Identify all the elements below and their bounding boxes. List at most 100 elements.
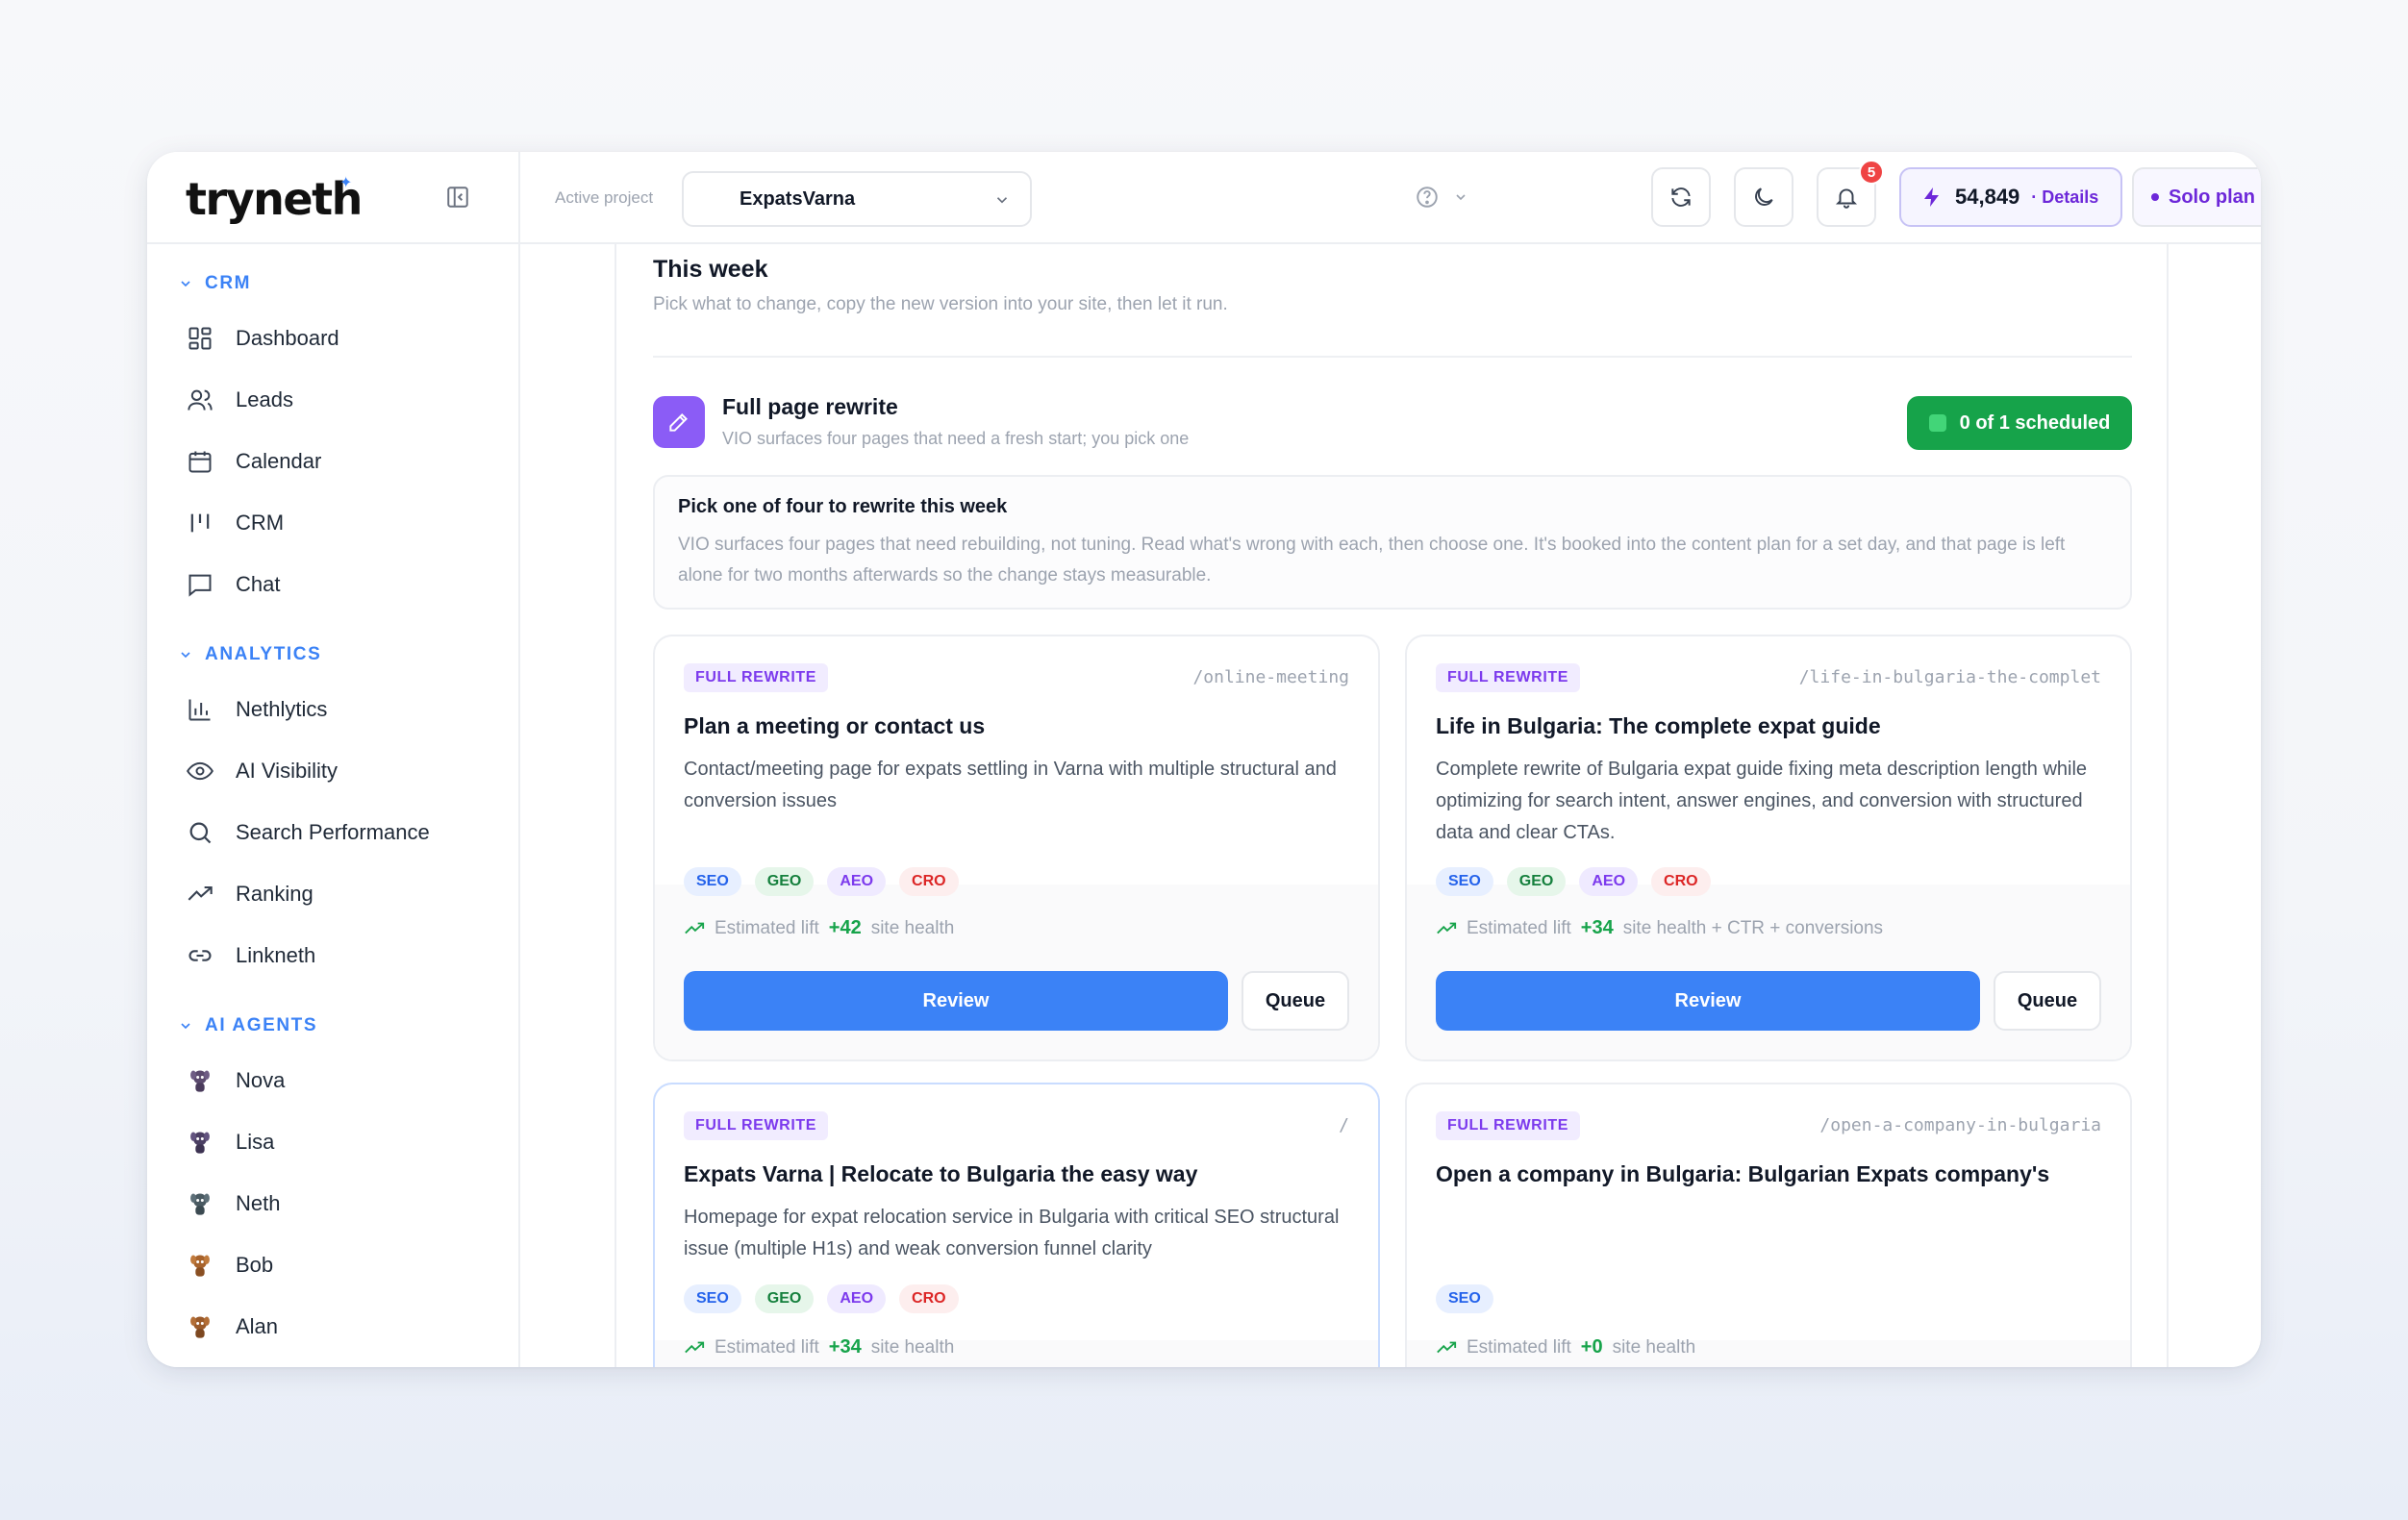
chevron-down-icon xyxy=(181,1023,190,1030)
info-body: VIO surfaces four pages that need rebuil… xyxy=(678,535,2066,586)
plan-badge[interactable]: Solo plan xyxy=(2132,167,2261,227)
lightning-icon xyxy=(1924,187,1939,207)
chevron-down-icon xyxy=(181,652,190,659)
sidebar-item-search-performance[interactable]: Search Performance xyxy=(186,808,499,858)
chevron-down-icon xyxy=(996,197,1008,204)
chip-cro: CRO xyxy=(899,1284,959,1313)
chip-seo: SEO xyxy=(1436,1284,1493,1313)
plan-label: Solo plan xyxy=(2169,186,2255,208)
trending-up-icon xyxy=(1437,1341,1457,1353)
lift-value: +34 xyxy=(828,1336,862,1358)
agent-avatar-icon xyxy=(186,1312,214,1341)
sidebar-item-label: Dashboard xyxy=(236,326,339,350)
info-title: Pick one of four to rewrite this week xyxy=(678,496,1008,517)
rewrite-card[interactable]: FULL REWRITE / Expats Varna | Relocate t… xyxy=(653,1083,1380,1367)
sidebar-item-neth[interactable]: Neth xyxy=(186,1179,499,1229)
tag-chips: SEO GEO AEO CRO xyxy=(1436,867,1711,896)
notifications-button[interactable]: 5 xyxy=(1817,160,1884,227)
topbar: Active project ExpatsVarna 5 54,849 · De… xyxy=(520,152,2261,244)
review-button[interactable]: Review xyxy=(684,971,1228,1031)
main-content: This week Pick what to change, copy the … xyxy=(520,244,2261,1367)
trending-up-icon xyxy=(685,922,705,934)
card-description: Homepage for expat relocation service in… xyxy=(684,1207,1340,1259)
pencil-icon xyxy=(669,413,688,432)
sidebar-item-alan[interactable]: Alan xyxy=(186,1302,499,1352)
section-label: CRM xyxy=(205,273,252,293)
queue-button[interactable]: Queue xyxy=(1242,971,1349,1031)
estimated-lift: Estimated lift +0 site health xyxy=(1436,1336,1695,1358)
section-ai-agents[interactable]: AI AGENTS xyxy=(178,1015,317,1036)
theme-toggle-button[interactable] xyxy=(1734,167,1793,227)
lift-label: Estimated lift xyxy=(1467,1336,1571,1358)
page-slug: / xyxy=(1339,1115,1349,1135)
sidebar-item-label: Lisa xyxy=(236,1130,275,1154)
sidebar-item-calendar[interactable]: Calendar xyxy=(186,436,499,486)
sidebar-item-nethlytics[interactable]: Nethlytics xyxy=(186,685,499,735)
help-menu[interactable] xyxy=(1415,185,1468,210)
tag-chips: SEO GEO AEO CRO xyxy=(684,867,959,896)
sidebar: tryneth ✦ CRM Dashboard Leads Calendar C… xyxy=(147,152,520,1367)
sidebar-item-label: Leads xyxy=(236,387,293,411)
sidebar-item-chat[interactable]: Chat xyxy=(186,560,499,610)
review-button[interactable]: Review xyxy=(1436,971,1980,1031)
sidebar-item-leads[interactable]: Leads xyxy=(186,375,499,425)
rewrite-card[interactable]: FULL REWRITE /open-a-company-in-bulgaria… xyxy=(1405,1083,2132,1367)
sidebar-item-label: Linkneth xyxy=(236,943,316,967)
rewrite-card[interactable]: FULL REWRITE /life-in-bulgaria-the-compl… xyxy=(1405,635,2132,1061)
trending-up-icon xyxy=(685,1341,705,1353)
section-crm[interactable]: CRM xyxy=(178,273,251,294)
card-description: Contact/meeting page for expats settling… xyxy=(684,759,1337,811)
logo-spark-icon: ✦ xyxy=(339,175,353,191)
tag-chips: SEO xyxy=(1436,1284,1493,1313)
chip-cro: CRO xyxy=(1651,867,1711,896)
divider xyxy=(615,244,616,1367)
chevron-down-icon xyxy=(1456,194,1466,201)
section-label: AI AGENTS xyxy=(205,1015,318,1035)
sidebar-item-bob[interactable]: Bob xyxy=(186,1240,499,1290)
info-callout: Pick one of four to rewrite this week VI… xyxy=(653,475,2132,610)
card-title: Expats Varna | Relocate to Bulgaria the … xyxy=(684,1161,1198,1186)
scheduled-status-badge[interactable]: 0 of 1 scheduled xyxy=(1907,396,2132,450)
lift-value: +42 xyxy=(828,917,862,938)
eye-icon xyxy=(186,757,214,785)
page-slug: /online-meeting xyxy=(1192,667,1349,687)
sidebar-item-label: Alan xyxy=(236,1314,279,1338)
trending-up-icon xyxy=(1437,922,1457,934)
sidebar-item-ai-visibility[interactable]: AI Visibility xyxy=(186,746,499,796)
sidebar-item-nova[interactable]: Nova xyxy=(186,1056,499,1106)
card-title: Plan a meeting or contact us xyxy=(684,713,986,738)
page-title: This week xyxy=(653,256,768,283)
chip-geo: GEO xyxy=(754,867,815,896)
refresh-button[interactable] xyxy=(1651,167,1711,227)
section-analytics[interactable]: ANALYTICS xyxy=(178,644,321,665)
calendar-icon xyxy=(186,447,214,476)
rewrite-card[interactable]: FULL REWRITE /online-meeting Plan a meet… xyxy=(653,635,1380,1061)
bar-chart-icon xyxy=(186,695,214,724)
page-slug: /open-a-company-in-bulgaria xyxy=(1819,1115,2101,1135)
sidebar-item-crm[interactable]: CRM xyxy=(186,498,499,548)
logo[interactable]: tryneth xyxy=(186,173,363,225)
moon-icon xyxy=(1755,187,1773,206)
sidebar-item-label: Calendar xyxy=(236,449,322,473)
sidebar-item-linkneth[interactable]: Linkneth xyxy=(186,931,499,981)
search-icon xyxy=(186,818,214,847)
credits-button[interactable]: 54,849 · Details xyxy=(1899,167,2122,227)
chat-icon xyxy=(186,570,214,599)
plan-dot-icon xyxy=(2151,193,2159,201)
sidebar-item-lisa[interactable]: Lisa xyxy=(186,1117,499,1167)
link-icon xyxy=(186,941,214,970)
full-rewrite-tag: FULL REWRITE xyxy=(684,663,829,692)
app-window: tryneth ✦ CRM Dashboard Leads Calendar C… xyxy=(147,152,2261,1367)
sidebar-item-dashboard[interactable]: Dashboard xyxy=(186,313,499,363)
sidebar-item-ranking[interactable]: Ranking xyxy=(186,869,499,919)
sidebar-item-label: Search Performance xyxy=(236,820,430,844)
queue-button[interactable]: Queue xyxy=(1994,971,2101,1031)
notification-count-badge: 5 xyxy=(1859,160,1884,185)
agent-avatar-icon xyxy=(186,1251,214,1280)
project-select[interactable]: ExpatsVarna xyxy=(682,171,1032,227)
sidebar-item-label: Bob xyxy=(236,1253,274,1277)
scheduled-label: 0 of 1 scheduled xyxy=(1959,411,2111,434)
credits-details-link[interactable]: · Details xyxy=(2031,187,2098,208)
project-name: ExpatsVarna xyxy=(740,187,856,210)
sidebar-collapse-icon[interactable] xyxy=(445,185,470,210)
